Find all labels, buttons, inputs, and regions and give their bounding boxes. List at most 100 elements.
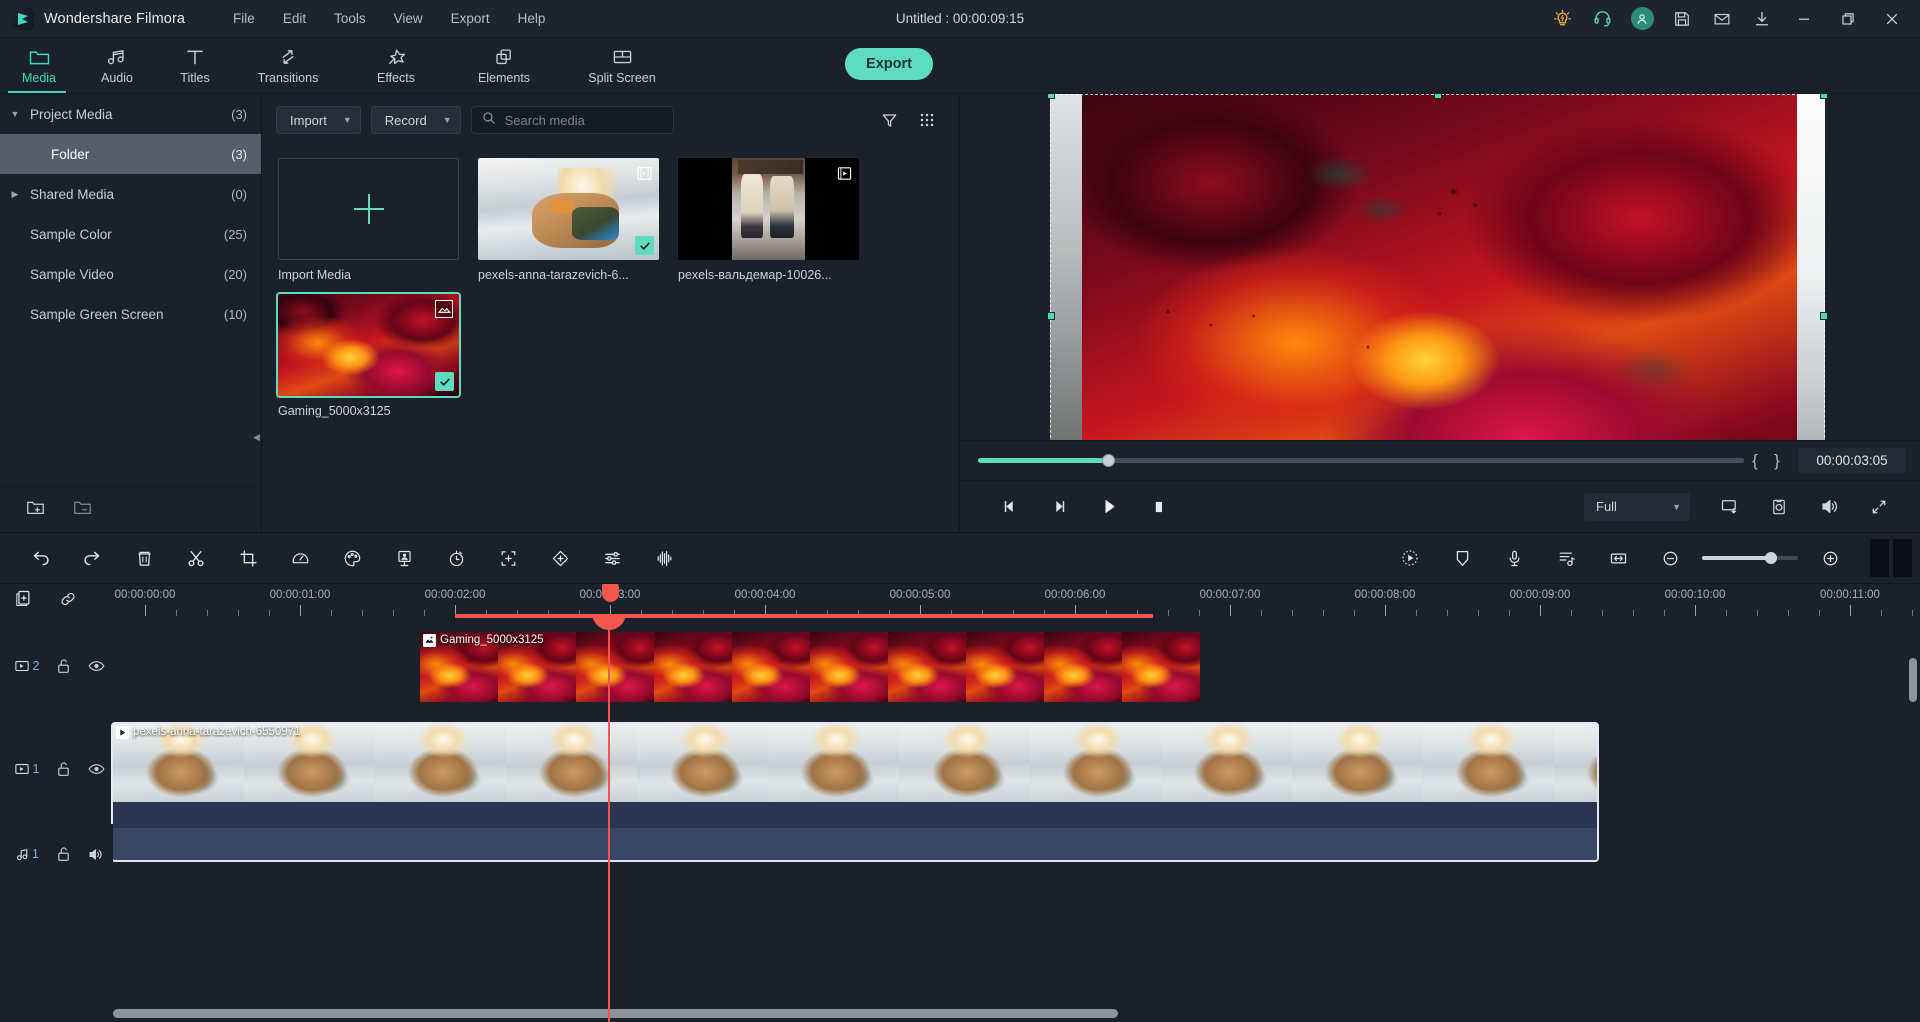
media-item-pexels-valdemar[interactable]: pexels-вальдемар-10026... — [678, 158, 878, 282]
playback-progress-bar[interactable] — [978, 454, 1744, 467]
media-item-gaming[interactable]: Gaming_5000x3125 — [276, 292, 478, 418]
unlock-icon[interactable] — [47, 658, 80, 674]
play-icon[interactable] — [1084, 489, 1134, 525]
export-button[interactable]: Export — [845, 48, 933, 80]
preview-canvas[interactable] — [1047, 94, 1828, 440]
timeline-ruler[interactable]: 00:00:00:00 00:00:01:00 00:00:02:00 00:00:0… — [113, 584, 1920, 618]
progress-knob[interactable] — [1102, 454, 1116, 467]
green-screen-icon[interactable] — [378, 540, 430, 576]
keyframe-diamond-icon[interactable] — [534, 540, 586, 576]
step-forward-icon[interactable] — [1034, 489, 1084, 525]
render-preview-icon[interactable] — [1384, 540, 1436, 576]
media-selected-check[interactable] — [435, 372, 454, 391]
headset-icon[interactable] — [1582, 0, 1622, 38]
folder-minus-icon[interactable] — [73, 499, 92, 521]
media-item-pexels-anna[interactable]: pexels-anna-tarazevich-6... — [478, 158, 678, 282]
trash-icon[interactable] — [118, 540, 170, 576]
sidebar-item-sample-video[interactable]: Sample Video (20) — [0, 254, 261, 294]
media-thumbnail[interactable] — [276, 292, 461, 398]
unlock-icon[interactable] — [47, 846, 80, 862]
record-dropdown-button[interactable]: Record ▼ — [370, 106, 461, 134]
sidebar-item-sample-green-screen[interactable]: Sample Green Screen (10) — [0, 294, 261, 334]
timeline-thumbnail-toggle[interactable] — [1870, 539, 1912, 577]
cast-screen-icon[interactable] — [1704, 489, 1754, 525]
minimize-icon[interactable] — [1782, 0, 1826, 38]
menu-export[interactable]: Export — [437, 7, 504, 30]
collapse-left-icon[interactable]: ◀ — [252, 424, 261, 450]
scrollbar-thumb[interactable] — [113, 1009, 1118, 1018]
unlock-icon[interactable] — [47, 761, 80, 777]
sidebar-item-folder[interactable]: Folder (3) — [0, 134, 261, 174]
marker-shield-icon[interactable] — [1436, 540, 1488, 576]
scissors-icon[interactable] — [170, 540, 222, 576]
grid-view-icon[interactable] — [913, 106, 941, 134]
sidebar-item-project-media[interactable]: ▼ Project Media (3) — [0, 94, 261, 134]
stop-icon[interactable] — [1134, 489, 1184, 525]
minus-circle-icon[interactable] — [1644, 540, 1696, 576]
eye-visible-icon[interactable] — [80, 762, 113, 776]
color-palette-icon[interactable] — [326, 540, 378, 576]
video-track-2-body[interactable]: Gaming_5000x3125 — [113, 618, 1920, 714]
undo-arrow-icon[interactable] — [14, 540, 66, 576]
microphone-icon[interactable] — [1488, 540, 1540, 576]
lightbulb-icon[interactable] — [1542, 0, 1582, 38]
reframe-brackets-icon[interactable] — [482, 540, 534, 576]
chevron-right-icon[interactable]: ▶ — [0, 189, 30, 200]
user-avatar-icon[interactable] — [1622, 0, 1662, 38]
add-track-icon[interactable] — [14, 589, 33, 613]
media-thumbnail[interactable] — [478, 158, 659, 260]
floppy-save-icon[interactable] — [1662, 0, 1702, 38]
camera-snapshot-icon[interactable] — [1754, 489, 1804, 525]
import-dropdown-button[interactable]: Import ▼ — [276, 106, 361, 134]
search-input[interactable] — [504, 112, 663, 128]
audio-waveform-icon[interactable] — [638, 540, 690, 576]
media-item-import[interactable]: Import Media — [278, 158, 478, 282]
speedometer-icon[interactable] — [274, 540, 326, 576]
timeline-vertical-scrollbar[interactable] — [1909, 658, 1917, 702]
mail-icon[interactable] — [1702, 0, 1742, 38]
audio-track-1-body[interactable] — [113, 824, 1920, 884]
step-backward-icon[interactable] — [984, 489, 1034, 525]
menu-edit[interactable]: Edit — [269, 7, 320, 30]
tab-media[interactable]: Media — [0, 38, 78, 94]
crop-icon[interactable] — [222, 540, 274, 576]
sidebar-item-shared-media[interactable]: ▶ Shared Media (0) — [0, 174, 261, 214]
folder-plus-icon[interactable] — [26, 499, 45, 521]
tab-elements[interactable]: Elements — [450, 38, 558, 94]
menu-tools[interactable]: Tools — [320, 7, 380, 30]
media-selected-check[interactable] — [635, 236, 654, 255]
tab-split-screen[interactable]: Split Screen — [558, 38, 686, 94]
beat-sync-icon[interactable] — [1540, 540, 1592, 576]
mark-out-button[interactable]: } — [1766, 451, 1788, 471]
mixer-sliders-icon[interactable] — [586, 540, 638, 576]
video-track-1-body[interactable]: pexels-anna-tarazevich-6550971 — [111, 714, 1920, 862]
sidebar-item-sample-color[interactable]: Sample Color (25) — [0, 214, 261, 254]
expand-fullscreen-icon[interactable] — [1854, 489, 1904, 525]
close-icon[interactable] — [1870, 0, 1914, 38]
tab-titles[interactable]: Titles — [156, 38, 234, 94]
timeline-zoom-slider[interactable] — [1702, 552, 1798, 564]
media-thumbnail[interactable] — [678, 158, 859, 260]
redo-arrow-icon[interactable] — [66, 540, 118, 576]
chevron-down-icon[interactable]: ▼ — [0, 109, 30, 119]
zoom-knob[interactable] — [1765, 552, 1778, 564]
clip-gaming[interactable]: Gaming_5000x3125 — [420, 632, 1200, 702]
search-media-box[interactable] — [470, 106, 674, 134]
timeline-horizontal-scrollbar[interactable] — [113, 1009, 1910, 1018]
menu-help[interactable]: Help — [504, 7, 560, 30]
maximize-icon[interactable] — [1826, 0, 1870, 38]
speaker-volume-icon[interactable] — [1804, 489, 1854, 525]
filter-funnel-icon[interactable] — [875, 106, 903, 134]
preview-stage[interactable] — [960, 94, 1920, 440]
preview-quality-select[interactable]: Full ▼ — [1584, 492, 1690, 521]
plus-circle-icon[interactable] — [1804, 540, 1856, 576]
menu-view[interactable]: View — [380, 7, 437, 30]
tab-effects[interactable]: Effects — [342, 38, 450, 94]
tab-audio[interactable]: Audio — [78, 38, 156, 94]
playhead-marker[interactable] — [602, 584, 619, 602]
timeline-playhead[interactable] — [608, 618, 610, 1022]
mark-in-button[interactable]: { — [1744, 451, 1766, 471]
link-chain-icon[interactable] — [59, 590, 77, 613]
tab-transitions[interactable]: Transitions — [234, 38, 342, 94]
eye-visible-icon[interactable] — [80, 659, 113, 673]
